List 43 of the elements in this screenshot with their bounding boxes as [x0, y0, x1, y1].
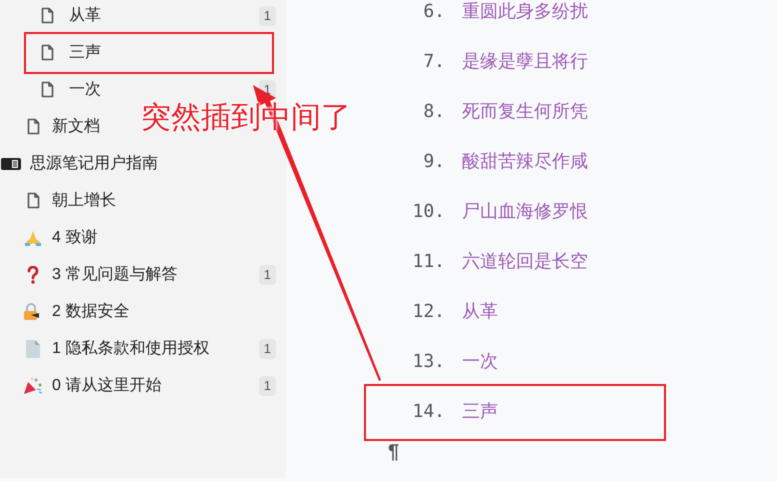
count-badge: 1 — [258, 264, 276, 284]
tree-item[interactable]: 0 请从这里开始 — [52, 374, 162, 398]
list-number: 7. — [423, 50, 445, 72]
tree-item[interactable]: 一次 — [69, 78, 101, 102]
document-icon — [26, 192, 40, 209]
count-badge: 1 — [258, 6, 276, 26]
tree-item[interactable]: 1 隐私条款和使用授权 — [52, 336, 210, 360]
list-item-text: 重圆此身多纷扰 — [462, 0, 588, 22]
list-item-text: 一次 — [462, 350, 498, 372]
list-item-text: 是缘是孽且将行 — [462, 50, 588, 72]
question-mark-icon — [27, 266, 39, 284]
praying-hands-icon — [24, 228, 42, 246]
paragraph-mark: ¶ — [388, 442, 400, 462]
document-icon — [40, 7, 54, 24]
list-number: 12. — [412, 300, 445, 322]
list-item-text: 从革 — [462, 300, 498, 322]
tree-item[interactable]: 3 常见问题与解答 — [52, 262, 178, 286]
document-icon — [40, 44, 54, 61]
list-number: 13. — [412, 350, 445, 372]
tree-item[interactable]: 从革 — [69, 4, 101, 28]
list-item-text: 死而复生何所凭 — [462, 100, 588, 122]
list-number: 9. — [423, 150, 445, 172]
list-number: 10. — [412, 200, 445, 222]
tree-item[interactable]: 新文档 — [52, 114, 100, 138]
list-number: 14. — [412, 400, 445, 422]
document-icon — [26, 118, 40, 135]
tree-item[interactable]: 朝上增长 — [52, 188, 116, 212]
list-item-text: 六道轮回是长空 — [462, 250, 588, 272]
list-number: 8. — [423, 100, 445, 122]
list-item-text: 尸山血海修罗恨 — [462, 200, 588, 222]
list-item-text: 三声 — [462, 400, 498, 422]
list-number: 6. — [423, 0, 445, 22]
tree-item[interactable]: 2 数据安全 — [52, 300, 130, 324]
tree-item[interactable]: 三声 — [69, 40, 101, 64]
party-popper-icon — [23, 376, 43, 394]
page-icon — [26, 340, 40, 358]
tree-item[interactable]: 思源笔记用户指南 — [30, 152, 158, 176]
tree-item[interactable]: 4 致谢 — [52, 226, 98, 250]
list-number: 11. — [412, 250, 445, 272]
list-item-text: 酸甜苦辣尽作咸 — [462, 150, 588, 172]
document-icon — [40, 81, 54, 98]
count-badge: 1 — [258, 376, 276, 396]
count-badge: 1 — [258, 338, 276, 358]
